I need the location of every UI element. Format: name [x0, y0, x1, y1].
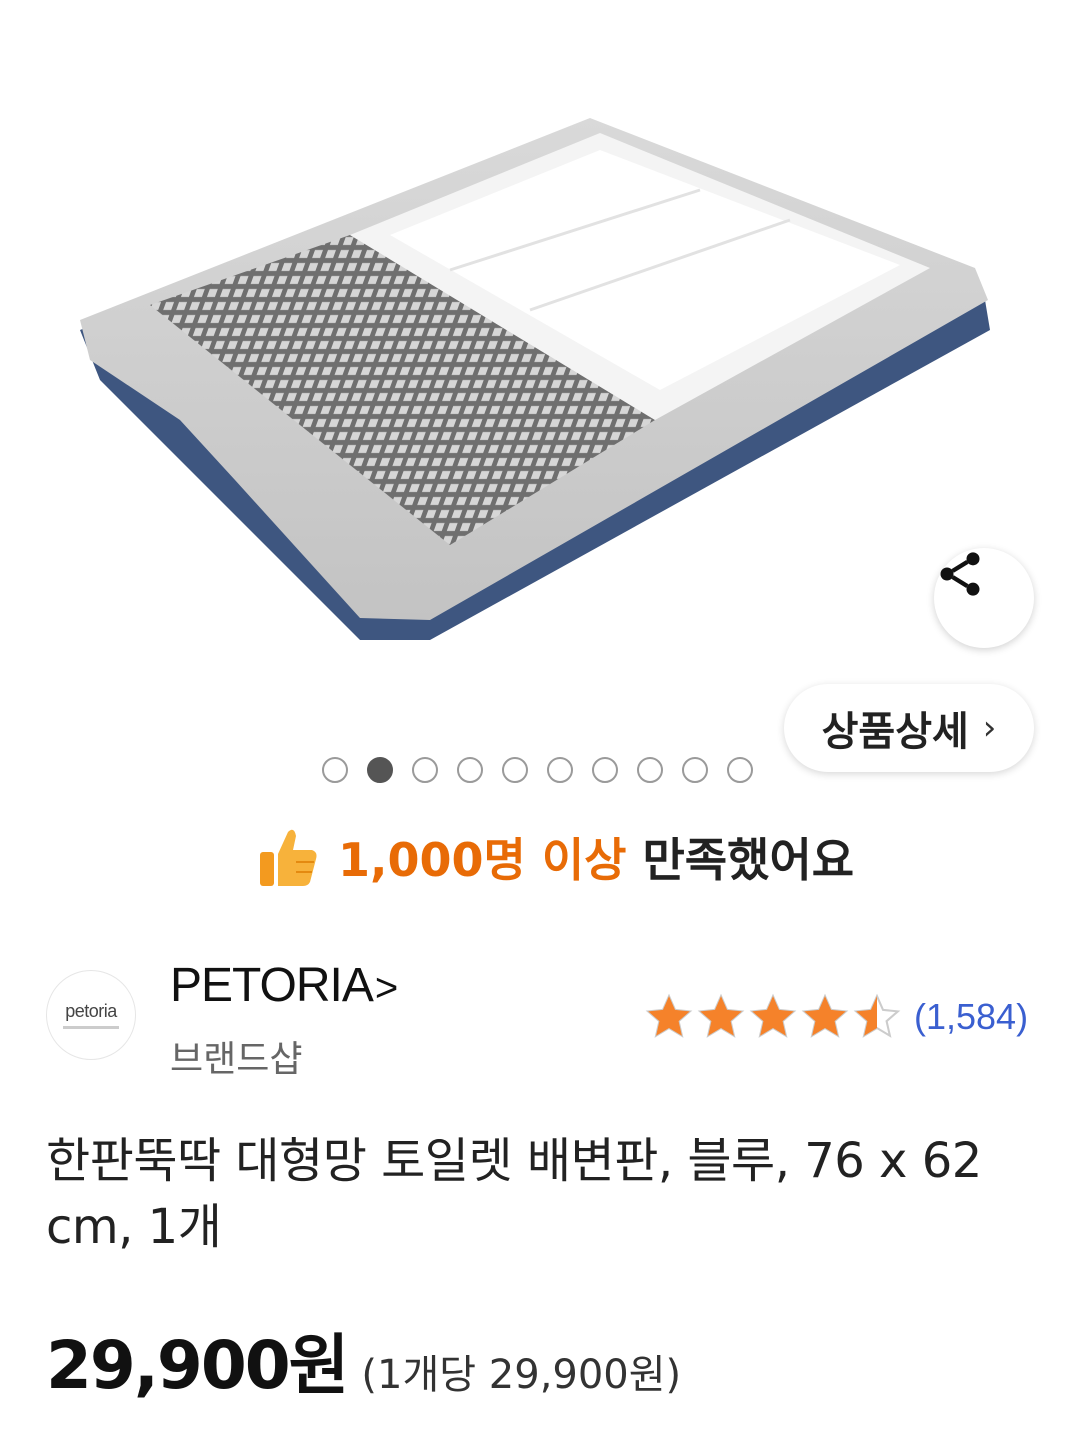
- pagination-dot[interactable]: [592, 757, 618, 783]
- chevron-right-icon: >: [374, 966, 398, 1010]
- star-icon: [801, 993, 849, 1038]
- product-title: 한판뚝딱 대형망 토일렛 배변판, 블루, 76 x 62 cm, 1개: [46, 1133, 982, 1255]
- star-icon: [645, 993, 693, 1038]
- price-row: 29,900원 (1개당 29,900원): [46, 1312, 681, 1408]
- unit-price: (1개당 29,900원): [361, 1352, 682, 1398]
- star-icon: [697, 993, 745, 1038]
- rating[interactable]: (1,584): [644, 992, 1028, 1042]
- thumbs-up-icon: [260, 829, 317, 886]
- satisfaction-text: 만족했어요: [642, 833, 855, 887]
- satisfaction-banner: 1,000명 이상 만족했어요: [258, 822, 854, 892]
- product-page: 상품상세 › 1,000명 이상 만족했어요 petoria PETORIA> …: [0, 0, 1078, 1437]
- star-icon: [749, 993, 797, 1038]
- pagination-dot[interactable]: [637, 757, 663, 783]
- pagination-dot[interactable]: [457, 757, 483, 783]
- brand-logo-text: petoria: [65, 1001, 117, 1021]
- star-rating: [644, 992, 904, 1042]
- product-image-gallery[interactable]: 상품상세 ›: [0, 0, 1078, 800]
- brand-logo[interactable]: petoria: [46, 970, 136, 1060]
- pagination-dot[interactable]: [682, 757, 708, 783]
- brand-shop-label: 브랜드샵: [170, 1039, 303, 1080]
- pagination-dot[interactable]: [412, 757, 438, 783]
- pagination-dot[interactable]: [322, 757, 348, 783]
- pagination-dot[interactable]: [547, 757, 573, 783]
- pagination-dot[interactable]: [367, 757, 393, 783]
- product-detail-button[interactable]: 상품상세 ›: [784, 684, 1034, 772]
- share-button[interactable]: [934, 548, 1034, 648]
- brand-name: PETORIA: [170, 959, 374, 1012]
- brand-name-link[interactable]: PETORIA>: [170, 958, 398, 1013]
- gallery-pagination[interactable]: [322, 757, 772, 785]
- star-icon: [853, 993, 901, 1038]
- pagination-dot[interactable]: [727, 757, 753, 783]
- share-icon: [940, 552, 980, 596]
- product-detail-label: 상품상세: [821, 709, 969, 755]
- product-image: [80, 118, 990, 640]
- chevron-right-icon: ›: [982, 708, 997, 748]
- price: 29,900원: [46, 1327, 349, 1404]
- satisfaction-count: 1,000명 이상: [338, 833, 627, 887]
- review-count[interactable]: (1,584): [914, 996, 1028, 1038]
- pagination-dot[interactable]: [502, 757, 528, 783]
- brand-logo-tagline: [63, 1026, 119, 1029]
